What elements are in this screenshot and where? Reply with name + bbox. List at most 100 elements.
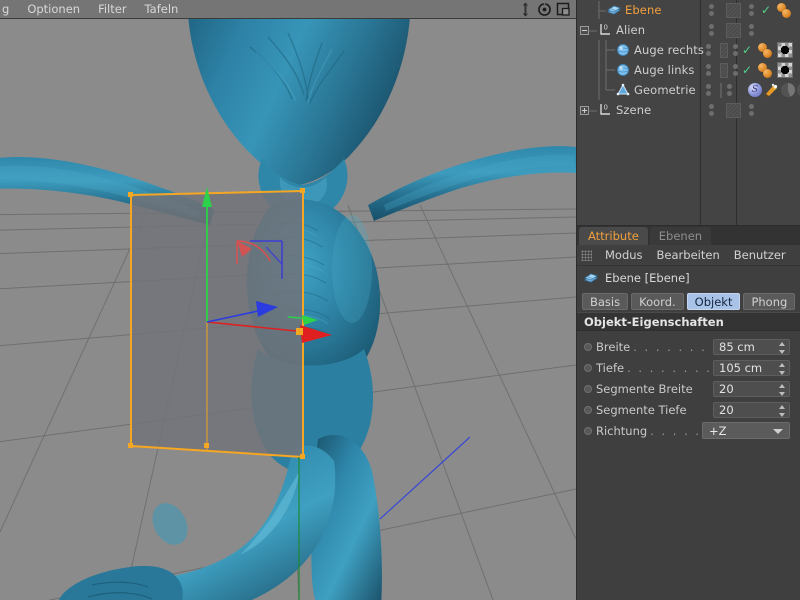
attribute-tabstrip: Attribute Ebenen	[577, 226, 800, 245]
visibility-dots[interactable]	[706, 64, 711, 76]
drag-grip-icon[interactable]	[581, 249, 592, 261]
menu-item-optionen[interactable]: Optionen	[18, 0, 89, 19]
material-tag-icon[interactable]	[782, 9, 792, 18]
row-dot[interactable]	[749, 104, 754, 109]
row-dot[interactable]	[727, 84, 732, 89]
tab-ebenen[interactable]: Ebenen	[649, 227, 712, 245]
editor-visibility-dot[interactable]	[706, 44, 711, 49]
tab-attribute[interactable]: Attribute	[579, 227, 648, 245]
layer-swatch[interactable]	[726, 102, 741, 118]
collapse-expander-icon[interactable]	[580, 25, 589, 35]
row-dot[interactable]	[749, 4, 754, 9]
move-view-icon[interactable]	[517, 1, 534, 18]
row-dots[interactable]	[746, 24, 757, 36]
richtung-dropdown[interactable]: +Z	[702, 422, 790, 439]
menu-item-bearbeiten[interactable]: Bearbeiten	[650, 248, 727, 262]
editor-visibility-dot[interactable]	[706, 84, 711, 89]
object-row-auge-links[interactable]: Auge links ✓	[577, 60, 800, 80]
breite-input[interactable]: 85 cm	[713, 338, 790, 355]
spinner-arrows-icon[interactable]	[778, 383, 785, 396]
render-visibility-dot[interactable]	[709, 11, 714, 16]
menu-item-tafeln[interactable]: Tafeln	[136, 0, 188, 19]
animate-radio-icon[interactable]	[584, 363, 592, 372]
row-dot[interactable]	[732, 44, 738, 49]
row-dots[interactable]	[732, 44, 738, 56]
layer-swatch[interactable]	[726, 2, 741, 18]
layer-swatch[interactable]	[726, 22, 741, 38]
render-visibility-dot[interactable]	[706, 71, 711, 76]
texture-tag-icon[interactable]	[777, 62, 794, 78]
subtab-basis[interactable]: Basis	[582, 292, 629, 310]
render-visibility-dot[interactable]	[709, 111, 714, 116]
tiefe-input[interactable]: 105 cm	[713, 359, 790, 376]
render-visibility-dot[interactable]	[709, 31, 714, 36]
row-dot[interactable]	[727, 91, 732, 96]
row-dots[interactable]	[732, 64, 738, 76]
object-row-alien[interactable]: 0 Alien	[577, 20, 800, 40]
subtab-koord[interactable]: Koord.	[631, 292, 684, 310]
material-tag-group[interactable]	[758, 42, 773, 58]
visibility-dots[interactable]	[706, 24, 717, 36]
phong-tag-icon[interactable]	[781, 83, 795, 97]
visibility-dots[interactable]	[706, 104, 717, 116]
subtab-phong[interactable]: Phong	[743, 292, 796, 310]
object-row-geometrie[interactable]: Geometrie S	[577, 80, 800, 100]
editor-visibility-dot[interactable]	[709, 104, 714, 109]
material-tag-icon[interactable]	[763, 69, 773, 78]
material-tag-group[interactable]	[758, 62, 773, 78]
3d-viewport[interactable]	[0, 19, 576, 600]
segmente-breite-input[interactable]: 20	[713, 380, 790, 397]
zoom-region-icon[interactable]	[555, 1, 572, 18]
row-dot[interactable]	[732, 64, 738, 69]
menu-item-g[interactable]: g	[0, 0, 18, 19]
segmente-tiefe-input[interactable]: 20	[713, 401, 790, 418]
animate-radio-icon[interactable]	[584, 342, 592, 351]
chevron-down-icon[interactable]	[773, 429, 783, 434]
layer-swatch[interactable]	[720, 62, 728, 78]
subtab-objekt[interactable]: Objekt	[686, 292, 741, 310]
row-dot[interactable]	[749, 11, 754, 16]
enabled-check-icon[interactable]: ✓	[742, 44, 752, 56]
row-dot[interactable]	[732, 51, 738, 56]
expand-expander-icon[interactable]	[580, 105, 589, 115]
animate-radio-icon[interactable]	[584, 426, 592, 435]
visibility-dots[interactable]	[706, 84, 711, 96]
visibility-dots[interactable]	[706, 44, 711, 56]
menu-item-filter[interactable]: Filter	[89, 0, 135, 19]
visibility-dots[interactable]	[706, 4, 717, 16]
menu-item-modus[interactable]: Modus	[598, 248, 650, 262]
object-label-auge-rechts: Auge rechts	[634, 43, 704, 57]
object-row-szene[interactable]: 0 Szene	[577, 100, 800, 120]
texture-tag-icon[interactable]	[777, 42, 794, 58]
spinner-arrows-icon[interactable]	[778, 341, 785, 354]
row-dots[interactable]	[746, 4, 757, 16]
rotate-view-icon[interactable]	[536, 1, 553, 18]
menu-item-benutzer[interactable]: Benutzer	[727, 248, 793, 262]
paint-tag-icon[interactable]	[764, 83, 779, 98]
render-visibility-dot[interactable]	[706, 51, 711, 56]
layer-swatch[interactable]	[720, 42, 728, 58]
spinner-arrows-icon[interactable]	[778, 404, 785, 417]
object-row-auge-rechts[interactable]: Auge rechts ✓	[577, 40, 800, 60]
enabled-check-icon[interactable]: ✓	[761, 4, 771, 16]
object-row-ebene[interactable]: Ebene ✓	[577, 0, 800, 20]
animate-radio-icon[interactable]	[584, 384, 592, 393]
material-tag-group[interactable]	[777, 2, 792, 18]
editor-visibility-dot[interactable]	[709, 24, 714, 29]
editor-visibility-dot[interactable]	[706, 64, 711, 69]
layer-swatch[interactable]	[720, 82, 722, 98]
row-dot[interactable]	[749, 111, 754, 116]
enabled-check-icon[interactable]: ✓	[742, 64, 752, 76]
render-visibility-dot[interactable]	[706, 91, 711, 96]
row-dots[interactable]	[746, 104, 757, 116]
editor-visibility-dot[interactable]	[709, 4, 714, 9]
phong-tag-icon[interactable]: S	[748, 83, 762, 97]
row-dots[interactable]	[727, 84, 732, 96]
object-manager[interactable]: Ebene ✓ 0 Alien Auge rechts ✓ Auge links…	[576, 0, 800, 226]
material-tag-icon[interactable]	[763, 49, 773, 58]
spinner-arrows-icon[interactable]	[778, 362, 785, 375]
animate-radio-icon[interactable]	[584, 405, 592, 414]
row-dot[interactable]	[732, 71, 738, 76]
row-dot[interactable]	[749, 31, 754, 36]
row-dot[interactable]	[749, 24, 754, 29]
